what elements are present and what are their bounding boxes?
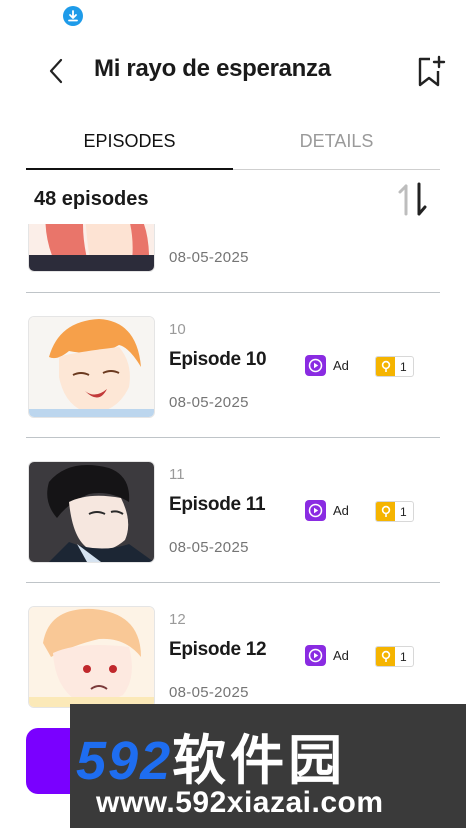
- episode-count: 48 episodes: [34, 188, 149, 210]
- pass-icon: [376, 502, 395, 521]
- episode-row[interactable]: 08-05-2025: [26, 224, 440, 293]
- pass-count: 1: [400, 359, 407, 374]
- episode-row[interactable]: 10 Episode 10 08-05-2025 Ad 1: [26, 293, 440, 438]
- play-ad-icon: [305, 645, 326, 666]
- episode-list: 08-05-2025 10 Episode 10 08-05-2025 Ad 1…: [26, 224, 440, 728]
- episode-row[interactable]: 11 Episode 11 08-05-2025 Ad 1: [26, 438, 440, 583]
- episode-number: 12: [169, 611, 186, 628]
- play-ad-icon: [305, 500, 326, 521]
- episode-thumbnail: [28, 316, 155, 418]
- chevron-left-icon: [49, 58, 63, 84]
- tab-episodes[interactable]: EPISODES: [26, 122, 233, 168]
- episode-title: Episode 11: [169, 494, 266, 515]
- pass-icon: [376, 357, 395, 376]
- tab-details[interactable]: DETAILS: [233, 122, 440, 168]
- ad-label: Ad: [333, 358, 349, 373]
- tab-bar: EPISODES DETAILS: [26, 122, 440, 170]
- top-app-bar: Mi rayo de esperanza: [0, 42, 466, 102]
- watermark-brand: 592软件园: [76, 716, 346, 795]
- episode-title: Episode 12: [169, 639, 267, 660]
- episode-number: 10: [169, 321, 186, 338]
- ad-label: Ad: [333, 503, 349, 518]
- episode-date: 08-05-2025: [169, 249, 249, 266]
- episode-title: Episode 10: [169, 349, 267, 370]
- episode-date: 08-05-2025: [169, 684, 249, 701]
- watermark-brand-cn: 软件园: [172, 731, 347, 791]
- ad-badge: Ad: [305, 500, 349, 521]
- active-tab-indicator: [26, 168, 233, 170]
- watermark-brand-number: 592: [76, 731, 173, 791]
- pass-badge: 1: [375, 646, 414, 667]
- pass-count: 1: [400, 504, 407, 519]
- bookmark-add-icon: [418, 55, 446, 87]
- page-title: Mi rayo de esperanza: [94, 55, 331, 82]
- play-ad-icon: [305, 355, 326, 376]
- watermark-url: www.592xiazai.com: [96, 786, 384, 819]
- tab-divider: [233, 169, 440, 170]
- back-button[interactable]: [40, 54, 74, 88]
- status-bar: [0, 0, 466, 32]
- ad-badge: Ad: [305, 355, 349, 376]
- pass-count: 1: [400, 649, 407, 664]
- pass-badge: 1: [375, 501, 414, 522]
- episode-date: 08-05-2025: [169, 394, 249, 411]
- bookmark-add-button[interactable]: [414, 54, 448, 90]
- episode-date: 08-05-2025: [169, 539, 249, 556]
- watermark: 592软件园 www.592xiazai.com: [70, 704, 466, 828]
- sort-order-icon: [398, 182, 427, 216]
- episode-thumbnail: [28, 606, 155, 708]
- episode-thumbnail: [28, 224, 155, 272]
- ad-label: Ad: [333, 648, 349, 663]
- pass-icon: [376, 647, 395, 666]
- ad-badge: Ad: [305, 645, 349, 666]
- pass-badge: 1: [375, 356, 414, 377]
- episode-number: 11: [169, 466, 185, 483]
- episode-thumbnail: [28, 461, 155, 563]
- download-icon: [63, 6, 83, 26]
- episode-count-row: 48 episodes: [26, 178, 440, 224]
- sort-button[interactable]: [392, 180, 434, 220]
